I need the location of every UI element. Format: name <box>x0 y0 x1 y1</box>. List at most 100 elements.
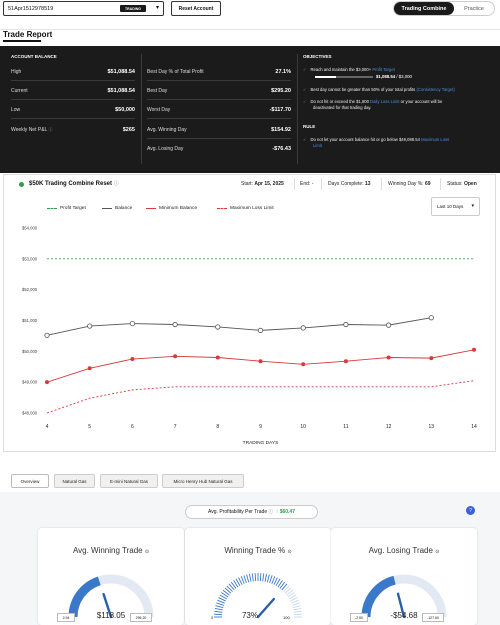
tab-overview[interactable]: Overview <box>11 474 49 488</box>
account-select[interactable]: 51Apr1512978519 TRADING ▾ <box>3 1 164 16</box>
balance-value: $265 <box>122 127 135 133</box>
legend-minimum-balance[interactable]: Minimum Balance <box>146 206 197 211</box>
legend-maximum-loss-limit[interactable]: Maximum Loss Limit <box>217 206 274 211</box>
minimum-balance-point <box>471 347 476 352</box>
daily-loss-limit-link[interactable]: Daily Loss Limit <box>370 99 399 104</box>
stat-value: -$117.70 <box>269 106 291 113</box>
help-icon[interactable]: ? <box>466 506 475 515</box>
rule-item: ✓ Do not let your account balance hit or … <box>303 137 450 142</box>
legend-swatch <box>47 208 57 209</box>
balance-point <box>129 320 135 327</box>
minimum-balance-point <box>386 355 391 360</box>
tab-micro-henry-hub[interactable]: Micro Henry Hub Natural Gas <box>162 474 244 488</box>
toggle-trading-combine[interactable]: Trading Combine <box>394 2 454 15</box>
rule-heading: RULE <box>303 124 316 129</box>
gauge-tick <box>248 573 252 582</box>
gauge-max: 100 <box>283 615 290 620</box>
up-arrow-icon: ↑ <box>275 509 279 515</box>
info-icon[interactable]: ⓘ <box>269 509 274 515</box>
reset-account-button[interactable]: Reset Account <box>171 1 221 16</box>
winning-day-pct: Winning Day %: 69 <box>388 181 431 187</box>
x-tick-label: 9 <box>259 424 262 430</box>
x-tick-label: 6 <box>131 424 134 430</box>
tab-emini-natural-gas[interactable]: E-mini Natural Gas <box>100 474 158 488</box>
account-badge: TRADING <box>120 5 146 12</box>
x-tick-label: 10 <box>300 424 306 430</box>
x-tick-label: 11 <box>343 424 348 430</box>
info-icon[interactable]: ⓘ <box>114 181 119 187</box>
gauge-title: Avg. Winning Trade ⊙ <box>72 546 150 555</box>
minimum-balance-point <box>130 357 135 362</box>
x-tick-label: 7 <box>174 424 177 430</box>
check-icon: ✓ <box>303 87 307 92</box>
balance-point <box>172 321 178 328</box>
minimum-balance-line <box>46 349 475 383</box>
stat-row: Worst Day -$117.70 <box>147 101 291 119</box>
balance-line <box>46 317 432 336</box>
maximum-loss-link[interactable]: Maximum Loss <box>421 137 449 142</box>
info-icon[interactable]: ⓘ <box>49 127 53 132</box>
status: Status: Open <box>447 181 477 187</box>
minimum-balance-point <box>343 359 348 364</box>
progress-fill <box>315 76 337 78</box>
balance-label: Current <box>11 87 28 94</box>
legend-profit-target[interactable]: Profit Target <box>47 206 86 211</box>
balance-row: Low $50,000 <box>11 101 135 119</box>
chevron-down-icon: ▾ <box>155 5 159 11</box>
objective-item-cont: deactivated for that trading day. <box>313 105 372 110</box>
y-tick-label: $54,000 <box>22 226 38 231</box>
account-balance-heading: ACCOUNT BALANCE <box>11 54 57 59</box>
x-tick-label: 13 <box>429 424 435 430</box>
divider <box>297 54 298 164</box>
balance-point <box>385 322 392 328</box>
balance-label: Low <box>11 106 21 113</box>
chevron-down-icon: ▾ <box>471 203 474 209</box>
date-range-select[interactable]: Last 10 Days ▾ <box>431 197 480 216</box>
maximum-loss-limit-line <box>46 380 475 414</box>
tab-natural-gas[interactable]: Natural Gas <box>54 474 95 488</box>
stat-value: -$76.43 <box>272 146 291 152</box>
x-tick-label: 5 <box>88 424 91 430</box>
balance-row: Current $51,088.54 <box>11 82 135 100</box>
mode-toggle[interactable]: Trading Combine Practice <box>393 1 495 16</box>
balance-point <box>44 332 50 338</box>
minimum-balance-point <box>173 354 178 359</box>
minimum-balance-point <box>45 380 50 385</box>
account-id: 51Apr1512978519 <box>8 5 54 12</box>
divider <box>381 178 382 190</box>
balance-value: $51,088.54 <box>107 68 135 75</box>
legend-balance[interactable]: Balance <box>102 206 132 211</box>
gauge-title: Avg. Losing Trade ⊙ <box>368 546 440 555</box>
title-underline <box>3 40 41 42</box>
page-title: Trade Report <box>3 30 53 39</box>
objectives-heading: OBJECTIVES <box>303 54 332 59</box>
gauge-tick <box>214 607 223 611</box>
consistency-target-link[interactable]: (Consistency Target) <box>416 87 454 92</box>
x-tick-label: 12 <box>386 424 392 430</box>
stat-label: Avg. Losing Day <box>147 146 184 152</box>
gauge-tick <box>271 576 276 584</box>
y-tick-label: $48,000 <box>22 411 38 416</box>
gauge-tick <box>259 573 262 582</box>
days-complete: Days Complete: 13 <box>328 181 371 187</box>
gauge-tick <box>246 574 250 583</box>
stat-label: Worst Day <box>147 106 171 113</box>
x-tick-label: 8 <box>216 424 219 430</box>
balance-point <box>215 324 221 330</box>
profit-target-link[interactable]: Profit Target <box>372 67 395 72</box>
legend-swatch <box>217 208 227 209</box>
start-date: Start: Apr 15, 2025 <box>241 181 284 187</box>
gauge-tick <box>215 605 224 609</box>
toggle-practice[interactable]: Practice <box>454 2 494 15</box>
legend-swatch <box>102 208 112 209</box>
gauge-tick <box>243 575 247 584</box>
top-bar: 51Apr1512978519 TRADING ▾ Reset Account … <box>0 0 500 30</box>
maximum-loss-link-cont[interactable]: Limit <box>313 143 322 149</box>
y-tick-label: $50,000 <box>22 349 38 354</box>
minimum-balance-point <box>87 366 92 371</box>
balance-label: High <box>11 68 22 75</box>
balance-row: High $51,088.54 <box>11 63 135 81</box>
y-tick-label: $52,000 <box>22 287 38 292</box>
gauge-title: Winning Trade % ⊙ <box>224 546 292 555</box>
balance-value: $51,088.54 <box>107 87 135 94</box>
